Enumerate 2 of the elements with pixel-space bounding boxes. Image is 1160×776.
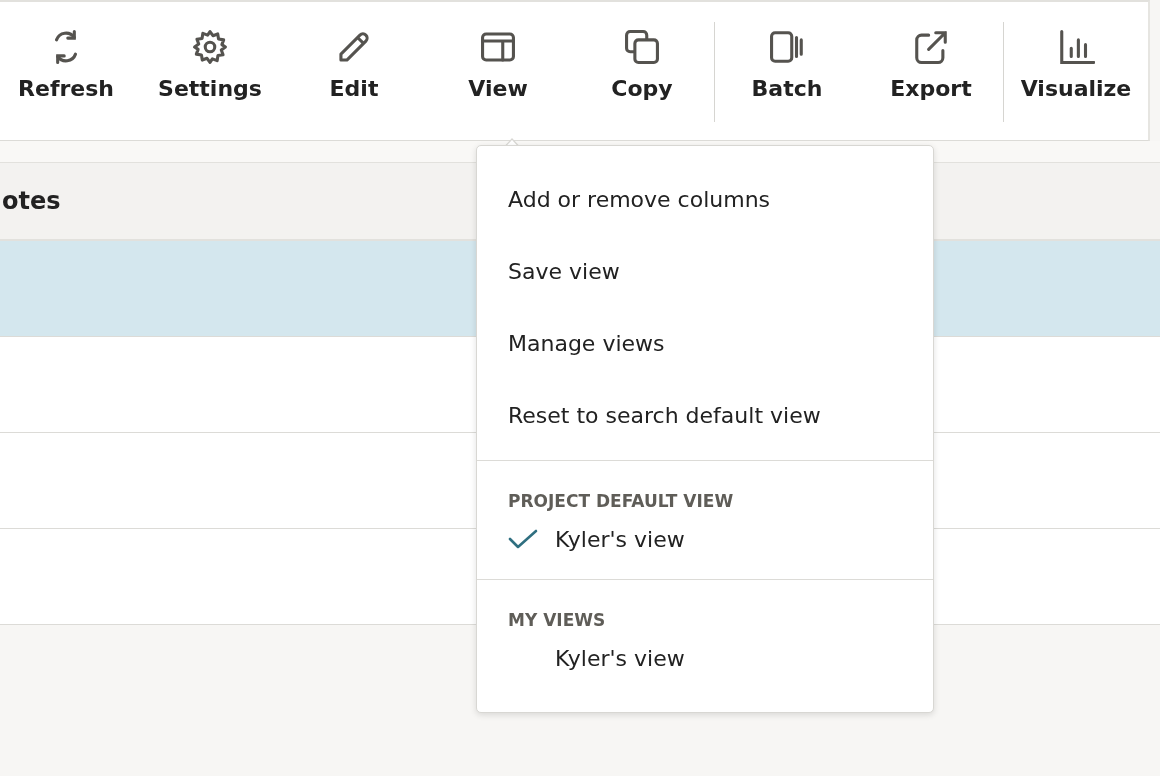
menu-section-header: MY VIEWS [508,610,606,630]
menu-section-header: PROJECT DEFAULT VIEW [508,491,734,511]
